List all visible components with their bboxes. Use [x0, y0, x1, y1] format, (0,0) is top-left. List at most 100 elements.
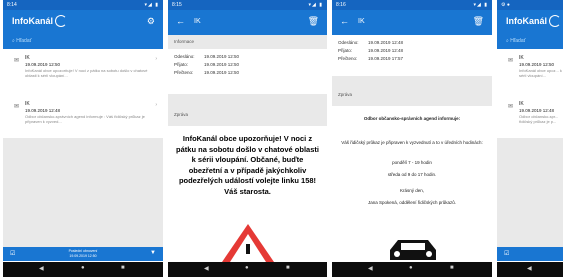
app-bar: ← IK 🗑 — [168, 10, 327, 35]
hours-wednesday: středa od 9 do 17 hodin. — [387, 172, 437, 177]
read-row: Přečteno: 19.09.2019 17:57 — [338, 56, 403, 61]
recents-nav-icon[interactable]: ■ — [450, 265, 454, 271]
back-arrow-icon[interactable]: ← — [176, 16, 185, 26]
received-value: 19.09.2019 12:48 — [368, 48, 404, 53]
sent-label: Odesláno: — [174, 54, 195, 59]
message-label: Zpráva — [338, 92, 353, 97]
message-list-item[interactable]: ✉ IK 19.09.2019 12:50 InfoKanál obce upo… — [497, 52, 563, 84]
app-logo-icon — [55, 15, 67, 27]
message-snippet: Odbor občansko-správních agend informuje… — [25, 114, 145, 124]
received-row: Přijato: 19.09.2019 12:50 — [174, 62, 239, 67]
status-time: 8:15 — [172, 2, 182, 8]
system-nav-bar: ◀ ● ■ — [332, 262, 492, 277]
back-nav-icon[interactable]: ◀ — [368, 265, 373, 272]
received-label: Přijato: — [174, 62, 189, 67]
detail-title: IK — [194, 18, 201, 25]
message-title: IK — [25, 101, 30, 107]
last-refresh: Posledni obnovení 19.09.2019 12:50 — [3, 249, 163, 258]
warning-sign-icon — [222, 224, 274, 262]
message-title: IK — [519, 101, 524, 107]
back-nav-icon[interactable]: ◀ — [204, 265, 209, 272]
mark-read-icon[interactable]: ☑ — [504, 250, 509, 257]
app-bar: ← IK 🗑 — [332, 10, 492, 35]
greeting: Krásný den, — [399, 188, 424, 193]
app-bar: InfoKanál ⚙ — [3, 10, 163, 35]
system-nav-bar: ◀ ● ■ — [3, 262, 163, 277]
read-label: Přečteno: — [338, 56, 358, 61]
home-nav-icon[interactable]: ● — [81, 265, 85, 271]
message-title: IK — [25, 55, 30, 61]
recents-nav-icon[interactable]: ■ — [121, 265, 125, 271]
home-nav-icon[interactable]: ● — [409, 265, 413, 271]
message-list-item[interactable]: ✉ IK 19.09.2019 12:50 InfoKanál obce upo… — [3, 52, 163, 84]
read-value: 19.09.2019 12:50 — [204, 70, 240, 75]
message-list-item[interactable]: ✉ IK 19.09.2019 12:48 Odbor občansko-spr… — [497, 98, 563, 130]
app-title: InfoKanál — [506, 16, 548, 26]
info-section-header: Informace — [168, 35, 327, 49]
read-label: Přečteno: — [174, 70, 194, 75]
status-bar: 8:16 ▾◢ ▮ — [332, 0, 492, 10]
status-icons: ▾◢ ▮ — [473, 2, 488, 8]
home-nav-icon[interactable]: ● — [245, 265, 249, 271]
message-date: 19.09.2019 12:48 — [25, 108, 61, 113]
sent-value: 19.09.2019 12:50 — [204, 54, 240, 59]
car-icon — [390, 240, 436, 260]
read-row: Přečteno: 19.09.2019 12:50 — [174, 70, 239, 75]
empty-list-area — [497, 138, 563, 247]
phone-screen-detail-2: 8:16 ▾◢ ▮ ← IK 🗑 Odesláno: 19.09.2019 12:… — [332, 0, 492, 277]
status-icons: ▾◢ ▮ — [144, 2, 159, 8]
app-title: InfoKanál — [12, 16, 54, 26]
hours-monday: pondělí 7 - 19 hodin — [392, 160, 432, 165]
status-icons: ▾◢ ▮ — [308, 2, 323, 8]
message-label: Zpráva — [174, 112, 189, 117]
chevron-right-icon: › — [155, 56, 157, 62]
message-list-item[interactable]: ✉ IK 19.09.2019 12:48 Odbor občansko-spr… — [3, 98, 163, 130]
last-refresh-date: 19.09.2019 12:50 — [69, 253, 97, 258]
message-body: InfoKanál obce upozorňuje! V noci z pátk… — [176, 134, 319, 196]
status-bar: 8:15 ▾◢ ▮ — [168, 0, 327, 10]
detail-title: IK — [358, 18, 365, 25]
received-row: Přijato: 19.09.2019 12:48 — [338, 48, 403, 53]
envelope-icon: ✉ — [14, 104, 20, 110]
chevron-right-icon: › — [155, 102, 157, 108]
settings-gear-icon[interactable]: ⚙ — [147, 16, 155, 27]
message-title: IK — [519, 55, 524, 61]
system-nav-bar: ◀ — [497, 262, 563, 277]
sent-row: Odesláno: 19.09.2019 12:50 — [174, 54, 239, 59]
received-value: 19.09.2019 12:50 — [204, 62, 240, 67]
back-arrow-icon[interactable]: ← — [340, 16, 349, 26]
message-date: 19.09.2019 12:50 — [25, 62, 61, 67]
message-section-header: Zpráva — [168, 94, 327, 126]
back-nav-icon[interactable]: ◀ — [39, 265, 44, 272]
phone-screen-list-cropped: ⚙ ● InfoKanál ⌕ Hľadať ✉ IK 19.09.2019 1… — [497, 0, 563, 277]
delete-icon[interactable]: 🗑 — [473, 16, 484, 27]
status-icons: ⚙ ● — [501, 2, 510, 8]
status-time: 8:14 — [7, 2, 17, 8]
search-icon: ⌕ — [12, 38, 15, 44]
status-bar: 8:14 ▾◢ ▮ — [3, 0, 163, 10]
message-snippet: Odbor občansko-spr... řidičský průkaz je… — [519, 114, 559, 124]
envelope-icon: ✉ — [508, 58, 514, 64]
filter-icon[interactable]: ▼ — [150, 250, 156, 256]
phone-screen-detail: 8:15 ▾◢ ▮ ← IK 🗑 Informace Odesláno: 19.0… — [168, 0, 327, 277]
message-snippet: InfoKanál obce upoz... k sérii vloupání.… — [519, 68, 562, 78]
search-icon: ⌕ — [506, 38, 509, 44]
message-date: 19.09.2019 12:50 — [519, 62, 555, 67]
app-bar: InfoKanál — [497, 10, 563, 35]
sent-label: Odesláno: — [338, 40, 359, 45]
received-label: Přijato: — [338, 48, 353, 53]
search-input[interactable]: ⌕ Hľadať — [497, 35, 563, 49]
back-nav-icon[interactable]: ◀ — [527, 265, 532, 272]
empty-list-area — [3, 138, 163, 247]
message-body: Váš řidičský průkaz je připraven k vyzve… — [341, 140, 483, 145]
status-time: 8:16 — [336, 2, 346, 8]
search-placeholder: Hľadať — [16, 38, 32, 44]
message-heading: Odbor občansko-správních agend informuje… — [363, 116, 461, 121]
phone-screen-list: 8:14 ▾◢ ▮ InfoKanál ⚙ ⌕ Hľadať ✉ IK 19.0… — [3, 0, 163, 277]
recents-nav-icon[interactable]: ■ — [286, 265, 290, 271]
system-nav-bar: ◀ ● ■ — [168, 262, 327, 277]
search-input[interactable]: ⌕ Hľadať — [3, 35, 163, 49]
app-logo-icon — [549, 15, 561, 27]
delete-icon[interactable]: 🗑 — [308, 16, 319, 27]
sent-value: 19.09.2019 12:48 — [368, 40, 404, 45]
